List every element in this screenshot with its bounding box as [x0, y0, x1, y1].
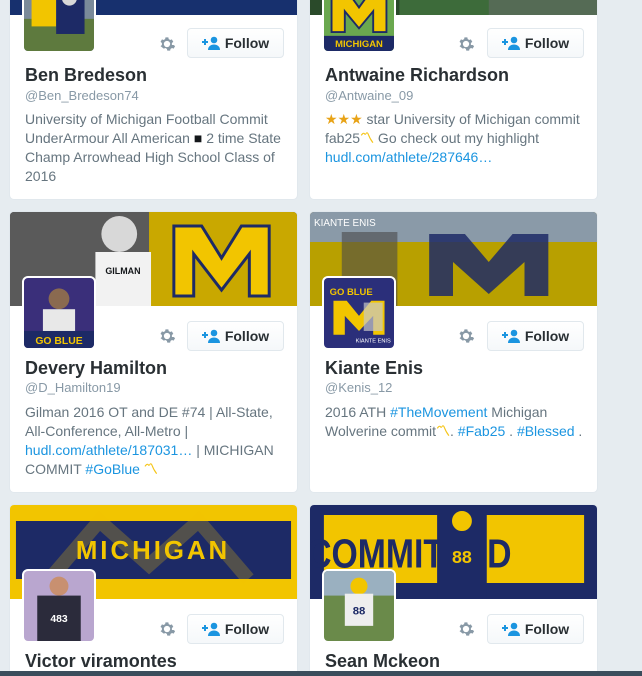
michigan-m-emoji: 〽 [143, 461, 158, 477]
follow-person-plus-icon [501, 36, 520, 50]
michigan-m-emoji: 〽 [360, 130, 375, 146]
follow-person-plus-icon [501, 329, 520, 343]
svg-text:MICHIGAN: MICHIGAN [335, 39, 383, 50]
user-card: MICHIGAN 483 Follow Victor viramontes [9, 504, 298, 676]
follow-person-plus-icon [201, 36, 220, 50]
hashtag-link[interactable]: #GoBlue [85, 461, 139, 477]
follow-label: Follow [524, 328, 570, 344]
follow-button[interactable]: Follow [487, 28, 584, 58]
bio-link[interactable]: hudl.com/athlete/187031… [25, 442, 192, 458]
follow-label: Follow [524, 621, 570, 637]
bottom-dock-edge [0, 671, 642, 676]
svg-text:KIANTE ENIS: KIANTE ENIS [356, 338, 391, 344]
follow-button[interactable]: Follow [187, 321, 284, 351]
follow-label: Follow [524, 35, 570, 51]
gear-icon[interactable] [156, 33, 178, 55]
svg-text:88: 88 [353, 606, 366, 618]
star-emoji: ★★★ [325, 111, 363, 127]
display-name[interactable]: Sean Mckeon [325, 651, 440, 672]
gear-icon[interactable] [455, 325, 477, 347]
svg-text:GO BLUE: GO BLUE [35, 336, 82, 347]
gear-icon[interactable] [455, 33, 477, 55]
hashtag-link[interactable]: #Fab25 [458, 423, 505, 439]
handle[interactable]: @D_Hamilton19 [25, 380, 121, 395]
follow-label: Follow [224, 621, 270, 637]
display-name[interactable]: Kiante Enis [325, 358, 423, 379]
follow-person-plus-icon [201, 329, 220, 343]
follow-button[interactable]: Follow [487, 614, 584, 644]
avatar[interactable]: 88 [322, 569, 396, 643]
display-name[interactable]: Devery Hamilton [25, 358, 167, 379]
follow-button[interactable]: Follow [487, 321, 584, 351]
bio: Gilman 2016 OT and DE #74 | All-State, A… [25, 404, 274, 477]
bio: 2016 ATH #TheMovement Michigan Wolverine… [325, 404, 583, 439]
user-card: KIANTE ENIS GO BLUE KIANTE ENIS Follow K… [309, 211, 598, 493]
svg-text:483: 483 [50, 614, 68, 625]
bio: ★★★ star University of Michigan commit f… [325, 111, 580, 165]
gear-icon[interactable] [455, 618, 477, 640]
follow-person-plus-icon [501, 622, 520, 636]
user-card: GILMAN GO BLUE Follow Devery Hamilton @D… [9, 211, 298, 493]
svg-text:88: 88 [452, 547, 472, 567]
display-name[interactable]: Ben Bredeson [25, 65, 147, 86]
michigan-m-emoji: 〽 [436, 423, 450, 439]
avatar[interactable]: GO BLUE [22, 276, 96, 350]
gear-icon[interactable] [156, 325, 178, 347]
svg-text:MICHIGAN: MICHIGAN [76, 537, 230, 565]
avatar[interactable] [22, 0, 96, 53]
user-card: Follow Ben Bredeson @Ben_Bredeson74 Univ… [9, 0, 298, 200]
avatar[interactable]: GO BLUE KIANTE ENIS [322, 276, 396, 350]
follow-button[interactable]: Follow [187, 614, 284, 644]
follow-button[interactable]: Follow [187, 28, 284, 58]
follow-label: Follow [224, 328, 270, 344]
svg-text:GILMAN: GILMAN [105, 266, 140, 276]
hashtag-link[interactable]: #TheMovement [390, 404, 487, 420]
user-card: MICHIGAN Follow Antwaine Richardson @Ant… [309, 0, 598, 200]
svg-text:GO BLUE: GO BLUE [330, 287, 373, 298]
bio-link[interactable]: hudl.com/athlete/287646… [325, 149, 492, 165]
follow-person-plus-icon [201, 622, 220, 636]
handle[interactable]: @Ben_Bredeson74 [25, 88, 139, 103]
display-name[interactable]: Antwaine Richardson [325, 65, 509, 86]
avatar[interactable]: MICHIGAN [322, 0, 396, 53]
gear-icon[interactable] [156, 618, 178, 640]
svg-text:KIANTE ENIS: KIANTE ENIS [314, 218, 376, 229]
follow-label: Follow [224, 35, 270, 51]
user-card: COMMITTED 88 88 Follow Sean Mckeon [309, 504, 598, 676]
handle[interactable]: @Antwaine_09 [325, 88, 413, 103]
handle[interactable]: @Kenis_12 [325, 380, 392, 395]
hashtag-link[interactable]: #Blessed [517, 423, 575, 439]
display-name[interactable]: Victor viramontes [25, 651, 177, 672]
bio: University of Michigan Football Commit U… [25, 111, 281, 184]
avatar[interactable]: 483 [22, 569, 96, 643]
